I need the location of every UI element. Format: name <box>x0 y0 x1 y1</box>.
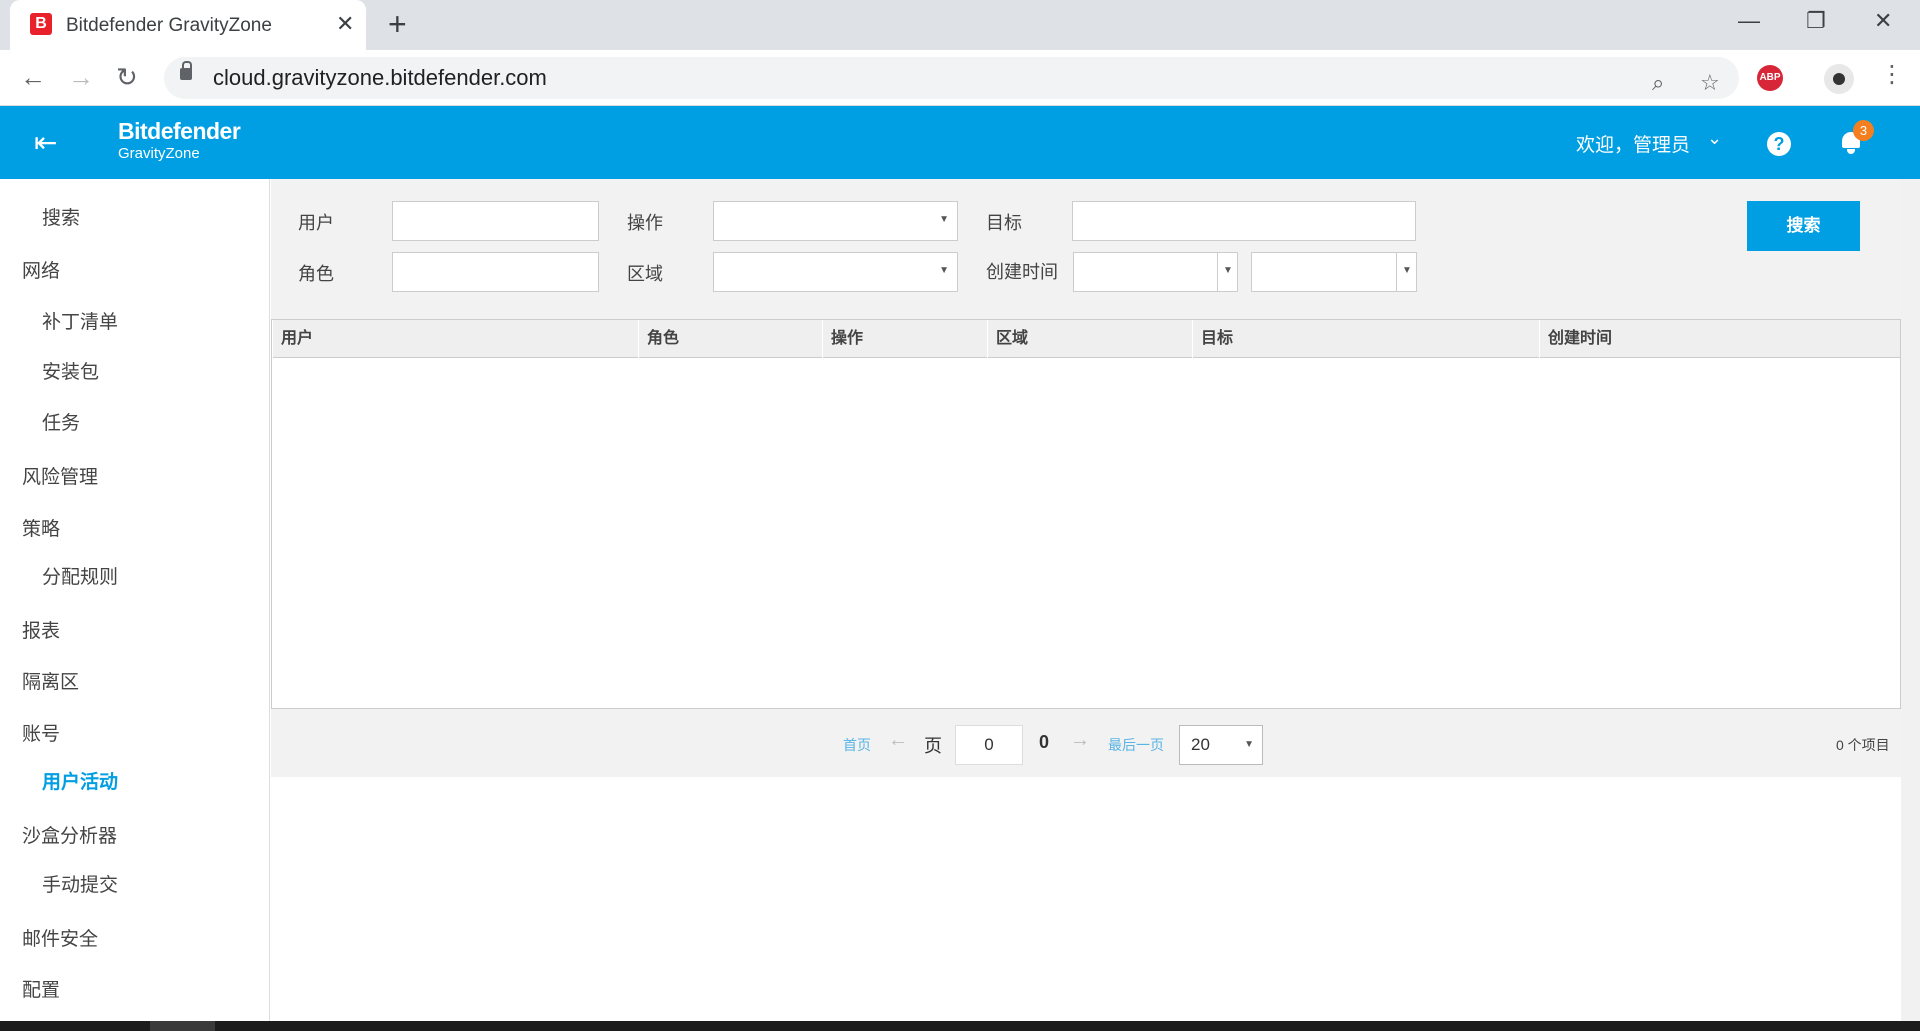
area-filter-label: 区域 <box>627 264 663 284</box>
first-page-link[interactable]: 首页 <box>843 735 871 755</box>
column-header-user[interactable]: 用户 <box>272 320 638 358</box>
sidebar-item-manual-submission[interactable]: 手动提交 <box>42 870 118 897</box>
lock-icon[interactable] <box>180 61 192 80</box>
sidebar-item-policies[interactable]: 策略 <box>22 514 60 541</box>
column-header-created-time[interactable]: 创建时间 <box>1539 320 1900 358</box>
target-filter-input[interactable] <box>1072 201 1416 241</box>
column-header-action[interactable]: 操作 <box>822 320 987 358</box>
welcome-user-menu[interactable]: 欢迎，管理员 <box>1576 130 1690 157</box>
sidebar-item-accounts[interactable]: 账号 <box>22 719 60 746</box>
reload-icon[interactable]: ↻ <box>116 62 138 93</box>
dropdown-arrow-icon: ▼ <box>1244 739 1254 750</box>
page-label: 页 <box>924 736 942 756</box>
browser-menu-icon[interactable]: ⋮ <box>1880 60 1904 89</box>
bookmark-star-icon[interactable]: ☆ <box>1700 70 1720 96</box>
sidebar-item-quarantine[interactable]: 隔离区 <box>22 667 79 694</box>
sidebar-item-packages[interactable]: 安装包 <box>42 357 99 384</box>
dropdown-arrow-icon: ▼ <box>1223 265 1233 276</box>
role-filter-label: 角色 <box>298 264 334 284</box>
page-number-input[interactable]: 0 <box>955 725 1023 765</box>
browser-toolbar: ← → ↻ ⌕ ☆ cloud.gravityzone.bitdefender.… <box>0 50 1920 106</box>
brand-product: GravityZone <box>118 145 200 162</box>
filter-panel <box>271 179 1901 319</box>
page-size-value: 20 <box>1191 735 1210 754</box>
brand-name: Bitdefender <box>118 118 241 144</box>
date-dropdown-button[interactable]: ▼ <box>1396 253 1416 291</box>
last-page-link[interactable]: 最后一页 <box>1108 735 1164 755</box>
sidebar-item-risk-management[interactable]: 风险管理 <box>22 462 98 489</box>
item-count: 0 个项目 <box>1836 737 1890 753</box>
back-arrow-icon[interactable]: ← <box>20 62 46 93</box>
sidebar-item-configuration[interactable]: 配置 <box>22 975 60 1002</box>
bitdefender-favicon-icon: B <box>30 13 52 35</box>
window-close-button[interactable]: ✕ <box>1874 8 1892 34</box>
extension-icon[interactable] <box>1824 64 1854 94</box>
forward-arrow-icon[interactable]: → <box>68 62 94 93</box>
taskbar-item[interactable] <box>150 1021 215 1031</box>
sidebar-item-user-activity[interactable]: 用户活动 <box>42 767 118 794</box>
created-time-filter-label: 创建时间 <box>986 262 1058 282</box>
adblock-plus-icon[interactable]: ABP <box>1757 65 1783 91</box>
dropdown-arrow-icon: ▼ <box>939 214 949 225</box>
target-filter-label: 目标 <box>986 213 1022 233</box>
dropdown-arrow-icon: ▼ <box>939 265 949 276</box>
date-dropdown-button[interactable]: ▼ <box>1217 253 1237 291</box>
sidebar-item-reports[interactable]: 报表 <box>22 616 60 643</box>
menu-collapse-icon[interactable]: ⇤ <box>34 126 57 159</box>
sidebar-item-email-security[interactable]: 邮件安全 <box>22 924 98 951</box>
column-header-area[interactable]: 区域 <box>987 320 1192 358</box>
sidebar-item-sandbox-analyzer[interactable]: 沙盒分析器 <box>22 821 117 848</box>
table-header: 用户 角色 操作 区域 目标 创建时间 <box>272 320 1900 358</box>
role-filter-input[interactable] <box>392 252 599 292</box>
browser-tab-strip: B Bitdefender GravityZone ✕ + — ❐ ✕ <box>0 0 1920 50</box>
tab-title: Bitdefender GravityZone <box>66 15 272 36</box>
sidebar-item-assignment-rules[interactable]: 分配规则 <box>42 562 118 589</box>
created-from-date-picker[interactable]: ▼ <box>1073 252 1238 292</box>
sidebar-item-search[interactable]: 搜索 <box>42 203 80 230</box>
chevron-down-icon[interactable]: ⌄ <box>1707 128 1722 149</box>
new-tab-button[interactable]: + <box>388 8 407 40</box>
next-page-arrow-icon[interactable]: → <box>1070 729 1090 752</box>
previous-page-arrow-icon[interactable]: ← <box>888 729 908 752</box>
search-button[interactable]: 搜索 <box>1747 201 1860 251</box>
column-header-role[interactable]: 角色 <box>638 320 822 358</box>
window-minimize-button[interactable]: — <box>1738 8 1760 34</box>
page-size-select[interactable]: 20 ▼ <box>1179 725 1263 765</box>
tab-close-icon[interactable]: ✕ <box>336 11 354 37</box>
zoom-icon[interactable]: ⌕ <box>1652 70 1664 96</box>
os-taskbar <box>0 1021 1920 1031</box>
user-filter-input[interactable] <box>392 201 599 241</box>
user-filter-label: 用户 <box>298 213 334 233</box>
sidebar-nav: 搜索 网络 补丁清单 安装包 任务 风险管理 策略 分配规则 报表 隔离区 账号… <box>0 179 270 1021</box>
help-icon[interactable]: ? <box>1767 132 1791 156</box>
area-filter-select[interactable]: ▼ <box>713 252 958 292</box>
created-to-date-picker[interactable]: ▼ <box>1251 252 1417 292</box>
page-scrollbar[interactable] <box>1901 179 1920 1021</box>
sidebar-item-tasks[interactable]: 任务 <box>42 408 80 435</box>
action-filter-select[interactable]: ▼ <box>713 201 958 241</box>
user-activity-table: 用户 角色 操作 区域 目标 创建时间 <box>271 319 1901 709</box>
total-pages: 0 <box>1039 732 1050 752</box>
url-text[interactable]: cloud.gravityzone.bitdefender.com <box>213 65 547 91</box>
browser-tab[interactable]: B Bitdefender GravityZone ✕ <box>10 0 366 50</box>
sidebar-item-patch-inventory[interactable]: 补丁清单 <box>42 307 118 334</box>
window-restore-button[interactable]: ❐ <box>1806 8 1826 34</box>
app-header: ⇤ Bitdefender GravityZone 欢迎，管理员 ⌄ ? 3 <box>0 106 1920 179</box>
column-header-target[interactable]: 目标 <box>1192 320 1539 358</box>
notifications-badge: 3 <box>1853 120 1874 141</box>
dropdown-arrow-icon: ▼ <box>1402 265 1412 276</box>
action-filter-label: 操作 <box>627 213 663 233</box>
sidebar-item-network[interactable]: 网络 <box>22 256 60 283</box>
pagination-bar: 首页 ← 页 0 0 → 最后一页 20 ▼ 0 个项目 <box>271 709 1901 777</box>
